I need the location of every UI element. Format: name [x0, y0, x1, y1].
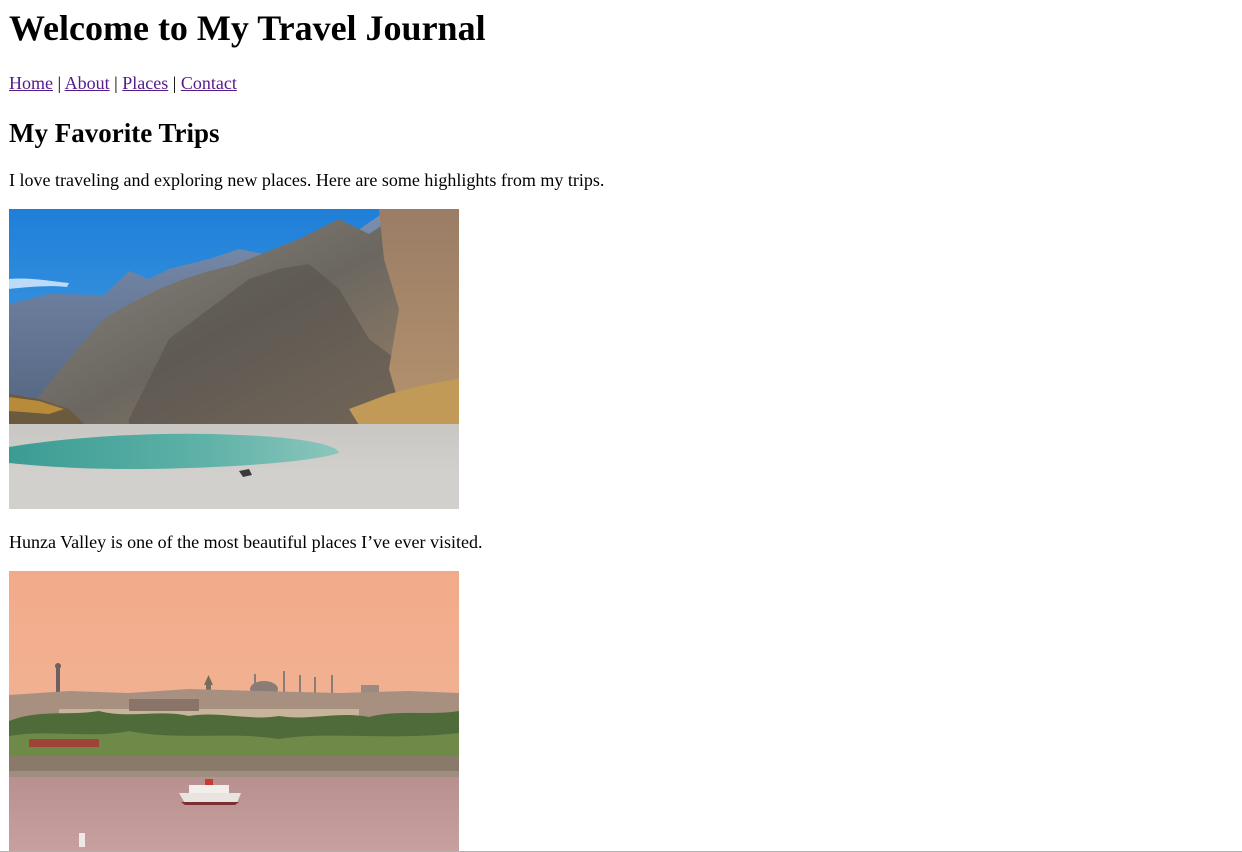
nav-link-about[interactable]: About	[65, 73, 110, 93]
nav-link-home[interactable]: Home	[9, 73, 53, 93]
nav-link-places[interactable]: Places	[122, 73, 168, 93]
nav-link-contact[interactable]: Contact	[181, 73, 237, 93]
page-title: Welcome to My Travel Journal	[9, 8, 486, 48]
intro-paragraph: I love traveling and exploring new place…	[9, 170, 605, 190]
nav-separator: |	[57, 73, 62, 93]
mountain-valley-photo	[9, 209, 459, 509]
photo-caption: Hunza Valley is one of the most beautifu…	[9, 532, 483, 552]
main-navigation: Home | About | Places | Contact	[9, 72, 237, 94]
nav-separator: |	[114, 73, 118, 93]
city-waterfront-sunset-photo	[9, 571, 459, 852]
nav-separator: |	[172, 73, 177, 93]
section-title: My Favorite Trips	[9, 118, 220, 148]
